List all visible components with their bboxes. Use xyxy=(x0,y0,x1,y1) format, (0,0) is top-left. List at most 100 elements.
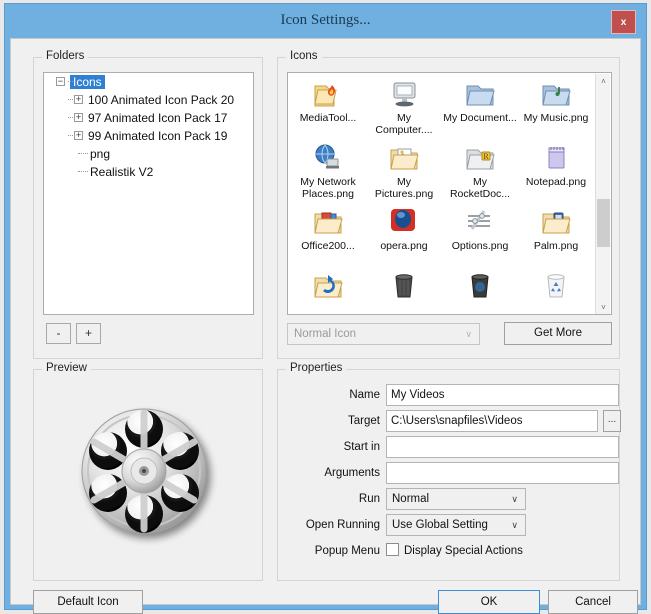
icon-caption: My RocketDoc... xyxy=(449,176,511,200)
folders-group: Folders − Icons + 100 Animated Icon Pack… xyxy=(33,50,263,359)
chevron-down-icon: ∨ xyxy=(465,329,472,339)
folder-music-icon xyxy=(538,77,574,111)
icons-group: Icons MediaTool... My Computer.... My Do… xyxy=(277,50,620,359)
tree-item-label: png xyxy=(90,147,111,161)
icon-item[interactable]: Palm.png xyxy=(518,205,594,269)
tree-item-label: 97 Animated Icon Pack 17 xyxy=(88,111,228,125)
folders-group-label: Folders xyxy=(42,50,89,62)
chevron-down-icon: ∨ xyxy=(511,494,518,504)
tree-connector xyxy=(78,153,88,154)
icon-item[interactable]: My Music.png xyxy=(518,77,594,141)
opera-icon xyxy=(386,205,422,239)
arguments-input[interactable] xyxy=(386,462,619,484)
icons-grid: MediaTool... My Computer.... My Document… xyxy=(288,73,598,314)
tree-connector xyxy=(68,117,73,118)
scroll-up-icon[interactable]: ˄ xyxy=(596,74,611,89)
tree-item-icons[interactable]: − Icons xyxy=(44,73,253,91)
tree-item-pack-100[interactable]: + 100 Animated Icon Pack 20 xyxy=(44,91,253,109)
options-sliders-icon xyxy=(462,205,498,239)
arguments-label: Arguments xyxy=(324,467,380,479)
icon-caption: Notepad.png xyxy=(525,176,587,188)
recycle-bin-icon xyxy=(538,269,574,303)
icon-caption: My Pictures.png xyxy=(374,176,434,200)
icon-item[interactable]: opera.png xyxy=(366,205,442,269)
default-icon-button[interactable]: Default Icon xyxy=(33,590,143,614)
name-input[interactable]: My Videos xyxy=(386,384,619,406)
remove-folder-button[interactable]: - xyxy=(46,323,71,344)
notepad-icon xyxy=(538,141,574,175)
cancel-button[interactable]: Cancel xyxy=(548,590,638,614)
trash-blue-icon xyxy=(462,269,498,303)
get-more-button[interactable]: Get More xyxy=(504,322,612,345)
icon-item[interactable]: Options.png xyxy=(442,205,518,269)
tree-item-label: Icons xyxy=(70,75,105,89)
run-select[interactable]: Normal ∨ xyxy=(386,488,526,510)
expand-icon[interactable]: + xyxy=(74,131,83,140)
icon-item[interactable] xyxy=(442,269,518,314)
collapse-icon[interactable]: − xyxy=(56,77,65,86)
ok-button[interactable]: OK xyxy=(438,590,540,614)
start-in-row: Start in xyxy=(278,436,621,458)
preview-group: Preview xyxy=(33,362,263,581)
folder-refresh-icon xyxy=(310,269,346,303)
chevron-down-icon: ∨ xyxy=(511,520,518,530)
expand-icon[interactable]: + xyxy=(74,95,83,104)
icon-item[interactable]: My Pictures.png xyxy=(366,141,442,205)
title-bar: Icon Settings... x xyxy=(5,4,646,42)
icon-item[interactable]: Notepad.png xyxy=(518,141,594,205)
globe-network-icon xyxy=(310,141,346,175)
display-special-actions-label[interactable]: Display Special Actions xyxy=(404,540,523,562)
tree-item-pack-97[interactable]: + 97 Animated Icon Pack 17 xyxy=(44,109,253,127)
folder-tree[interactable]: − Icons + 100 Animated Icon Pack 20 + 97… xyxy=(43,72,254,315)
icon-type-value: Normal Icon xyxy=(294,328,356,340)
icon-item[interactable]: My Computer.... xyxy=(366,77,442,141)
tree-item-realistik-v2[interactable]: Realistik V2 xyxy=(44,163,253,181)
start-in-input[interactable] xyxy=(386,436,619,458)
name-label: Name xyxy=(349,389,380,401)
open-running-select[interactable]: Use Global Setting ∨ xyxy=(386,514,526,536)
scroll-down-icon[interactable]: ˅ xyxy=(596,300,611,314)
display-special-actions-checkbox[interactable] xyxy=(386,543,399,556)
start-in-label: Start in xyxy=(343,441,380,453)
film-reel-icon xyxy=(81,408,207,534)
open-running-label: Open Running xyxy=(305,519,380,531)
folder-blue-icon xyxy=(462,77,498,111)
dialog-client-area: Folders − Icons + 100 Animated Icon Pack… xyxy=(10,38,641,614)
icon-type-select[interactable]: Normal Icon ∨ xyxy=(287,323,480,345)
tree-connector xyxy=(68,99,73,100)
svg-text:R: R xyxy=(483,152,489,161)
open-running-value: Use Global Setting xyxy=(392,519,488,531)
icon-caption: My Document... xyxy=(443,112,517,124)
icon-caption: Options.png xyxy=(451,240,509,252)
icon-item[interactable]: Office200... xyxy=(290,205,366,269)
window-title: Icon Settings... xyxy=(280,12,371,28)
properties-group-label: Properties xyxy=(286,362,347,374)
icon-item[interactable]: R My RocketDoc... xyxy=(442,141,518,205)
preview-area xyxy=(35,371,261,579)
name-row: Name My Videos xyxy=(278,384,621,406)
icon-item[interactable] xyxy=(518,269,594,314)
open-running-row: Open Running Use Global Setting ∨ xyxy=(278,514,621,536)
icons-list[interactable]: MediaTool... My Computer.... My Document… xyxy=(287,72,612,315)
icon-item[interactable]: My Document... xyxy=(442,77,518,141)
expand-icon[interactable]: + xyxy=(74,113,83,122)
properties-group: Properties Name My Videos Target C:\User… xyxy=(277,362,621,581)
icon-caption: MediaTool... xyxy=(299,112,357,124)
icon-item[interactable] xyxy=(366,269,442,314)
folder-pictures-icon xyxy=(386,141,422,175)
add-folder-button[interactable]: + xyxy=(76,323,101,344)
icon-item[interactable] xyxy=(290,269,366,314)
scrollbar-thumb[interactable] xyxy=(597,199,610,247)
icons-group-label: Icons xyxy=(286,50,322,62)
close-icon[interactable]: x xyxy=(611,10,636,34)
icon-item[interactable]: My Network Places.png xyxy=(290,141,366,205)
folder-rocketdock-icon: R xyxy=(462,141,498,175)
tree-item-pack-99[interactable]: + 99 Animated Icon Pack 19 xyxy=(44,127,253,145)
target-row: Target C:\Users\snapfiles\Videos ... xyxy=(278,410,621,432)
tree-item-png[interactable]: png xyxy=(44,145,253,163)
target-input[interactable]: C:\Users\snapfiles\Videos xyxy=(386,410,598,432)
icon-item[interactable]: MediaTool... xyxy=(290,77,366,141)
folder-flame-icon xyxy=(310,77,346,111)
browse-button[interactable]: ... xyxy=(603,410,621,432)
icons-scrollbar[interactable]: ˄ ˅ xyxy=(595,74,611,314)
